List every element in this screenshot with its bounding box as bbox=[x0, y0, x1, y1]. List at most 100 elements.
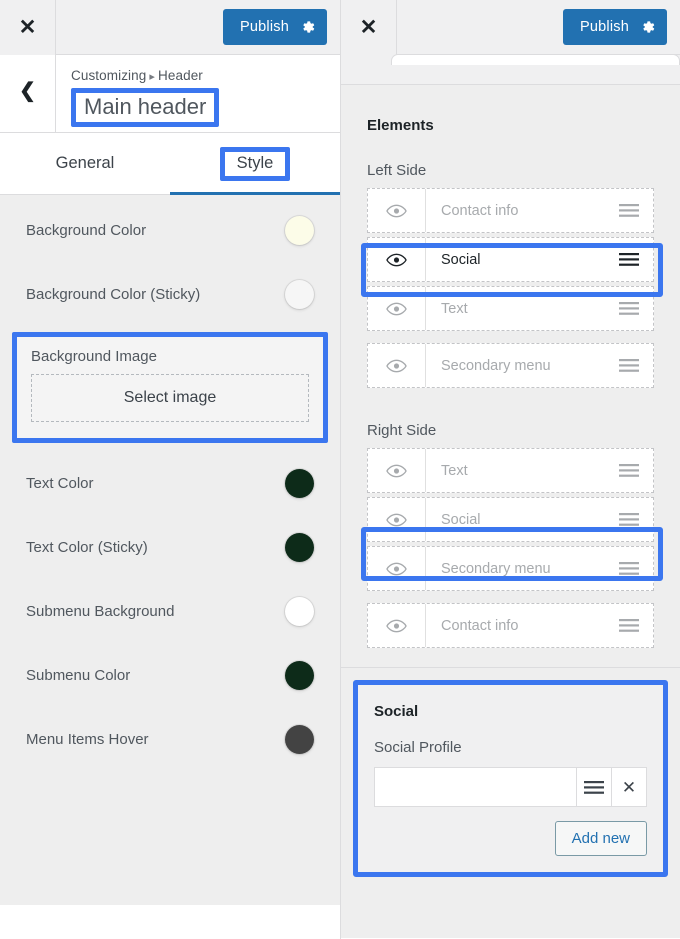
hamburger-icon bbox=[619, 464, 639, 477]
control-background-color[interactable]: Background Color bbox=[0, 198, 340, 262]
gear-icon-svg bbox=[300, 19, 316, 35]
color-swatch[interactable] bbox=[285, 280, 314, 309]
customizer-breadcrumb-row: ❮ Customizing▸Header Main header bbox=[0, 55, 340, 133]
color-swatch[interactable] bbox=[285, 597, 314, 626]
left-side-element-list: Contact info bbox=[341, 188, 680, 388]
eye-icon bbox=[386, 359, 407, 373]
back-button[interactable]: ❮ bbox=[0, 55, 56, 132]
visibility-toggle[interactable] bbox=[368, 449, 426, 492]
list-item[interactable]: Secondary menu bbox=[367, 343, 654, 388]
eye-icon bbox=[386, 619, 407, 633]
gear-icon-svg bbox=[640, 19, 656, 35]
drag-handle[interactable] bbox=[605, 619, 653, 632]
left-side-title: Left Side bbox=[341, 134, 680, 188]
hamburger-icon bbox=[584, 781, 604, 794]
settings-tabs: General Style bbox=[0, 133, 340, 195]
drag-handle[interactable] bbox=[605, 513, 653, 526]
control-label: Background Color bbox=[26, 222, 146, 239]
eye-icon bbox=[386, 253, 407, 267]
publish-button[interactable]: Publish bbox=[563, 9, 667, 45]
control-submenu-background[interactable]: Submenu Background bbox=[0, 579, 340, 643]
section-divider bbox=[341, 667, 680, 668]
eye-icon bbox=[386, 464, 407, 478]
right-side-title: Right Side bbox=[341, 392, 680, 448]
visibility-toggle[interactable] bbox=[368, 344, 426, 387]
color-swatch[interactable] bbox=[285, 216, 314, 245]
chevron-left-icon: ❮ bbox=[19, 81, 36, 101]
control-text-color-sticky[interactable]: Text Color (Sticky) bbox=[0, 515, 340, 579]
elements-section-title: Elements bbox=[341, 85, 680, 134]
color-swatch[interactable] bbox=[285, 533, 314, 562]
list-item-label: Social bbox=[426, 252, 605, 268]
list-item-label: Contact info bbox=[426, 618, 605, 634]
list-item[interactable]: Contact info bbox=[367, 188, 654, 233]
drag-handle[interactable] bbox=[605, 302, 653, 315]
publish-settings-gear-icon[interactable] bbox=[289, 19, 327, 35]
visibility-toggle[interactable] bbox=[368, 189, 426, 232]
list-item-label: Text bbox=[426, 463, 605, 479]
add-new-button[interactable]: Add new bbox=[555, 821, 647, 856]
color-swatch[interactable] bbox=[285, 469, 314, 498]
page-title: Main header bbox=[84, 94, 206, 119]
tab-style[interactable]: Style bbox=[170, 133, 340, 194]
hamburger-icon bbox=[619, 562, 639, 575]
control-background-color-sticky[interactable]: Background Color (Sticky) bbox=[0, 262, 340, 326]
hamburger-icon bbox=[619, 513, 639, 526]
list-item[interactable]: Text bbox=[367, 448, 654, 493]
hamburger-icon bbox=[619, 204, 639, 217]
visibility-toggle[interactable] bbox=[368, 547, 426, 590]
tab-style-highlight: Style bbox=[220, 147, 291, 181]
drag-handle[interactable] bbox=[605, 253, 653, 266]
drag-handle[interactable] bbox=[605, 562, 653, 575]
list-item[interactable]: Contact info bbox=[367, 603, 654, 648]
control-text-color[interactable]: Text Color bbox=[0, 451, 340, 515]
visibility-toggle[interactable] bbox=[368, 287, 426, 330]
list-item-label: Secondary menu bbox=[426, 561, 605, 577]
close-icon: ✕ bbox=[360, 17, 378, 38]
drag-handle[interactable] bbox=[605, 204, 653, 217]
social-panel-heading: Social bbox=[374, 703, 647, 720]
control-menu-items-hover[interactable]: Menu Items Hover bbox=[0, 707, 340, 771]
publish-settings-gear-icon[interactable] bbox=[629, 19, 667, 35]
visibility-toggle[interactable] bbox=[368, 604, 426, 647]
breadcrumb: Customizing▸Header Main header bbox=[56, 55, 219, 132]
social-profile-menu-button[interactable] bbox=[577, 767, 612, 807]
tab-active-underline bbox=[170, 192, 340, 195]
color-swatch[interactable] bbox=[285, 725, 314, 754]
breadcrumb-root[interactable]: Customizing bbox=[71, 68, 146, 83]
drag-handle[interactable] bbox=[605, 464, 653, 477]
right-topbar: ✕ Publish bbox=[341, 0, 680, 55]
select-image-button[interactable]: Select image bbox=[31, 374, 309, 422]
social-profile-row: ✕ bbox=[374, 767, 647, 807]
list-item[interactable]: Social bbox=[367, 497, 654, 542]
hamburger-icon bbox=[619, 619, 639, 632]
color-swatch[interactable] bbox=[285, 661, 314, 690]
left-customizer-panel: ✕ Publish ❮ Customizing▸Header bbox=[0, 0, 340, 939]
left-topbar: ✕ Publish bbox=[0, 0, 340, 55]
publish-button[interactable]: Publish bbox=[223, 9, 327, 45]
drag-handle[interactable] bbox=[605, 359, 653, 372]
tab-general[interactable]: General bbox=[0, 133, 170, 194]
right-side-element-list: Text bbox=[341, 448, 680, 648]
close-icon: ✕ bbox=[19, 17, 37, 38]
control-label: Background Color (Sticky) bbox=[26, 286, 200, 303]
close-customizer-button[interactable]: ✕ bbox=[341, 0, 397, 55]
close-icon: ✕ bbox=[622, 779, 636, 796]
control-label: Background Image bbox=[31, 348, 309, 365]
control-submenu-color[interactable]: Submenu Color bbox=[0, 643, 340, 707]
social-profile-input[interactable] bbox=[374, 767, 577, 807]
list-item[interactable]: Text bbox=[367, 286, 654, 331]
visibility-toggle[interactable] bbox=[368, 498, 426, 541]
social-profile-remove-button[interactable]: ✕ bbox=[612, 767, 647, 807]
eye-icon bbox=[386, 302, 407, 316]
breadcrumb-section[interactable]: Header bbox=[158, 68, 203, 83]
list-item[interactable]: Secondary menu bbox=[367, 546, 654, 591]
visibility-toggle[interactable] bbox=[368, 238, 426, 281]
publish-button-label: Publish bbox=[580, 19, 629, 35]
list-item[interactable]: Social bbox=[367, 237, 654, 282]
select-image-button-label: Select image bbox=[124, 389, 217, 407]
close-customizer-button[interactable]: ✕ bbox=[0, 0, 56, 55]
control-label: Text Color bbox=[26, 475, 94, 492]
list-item-label: Contact info bbox=[426, 203, 605, 219]
eye-icon bbox=[386, 562, 407, 576]
